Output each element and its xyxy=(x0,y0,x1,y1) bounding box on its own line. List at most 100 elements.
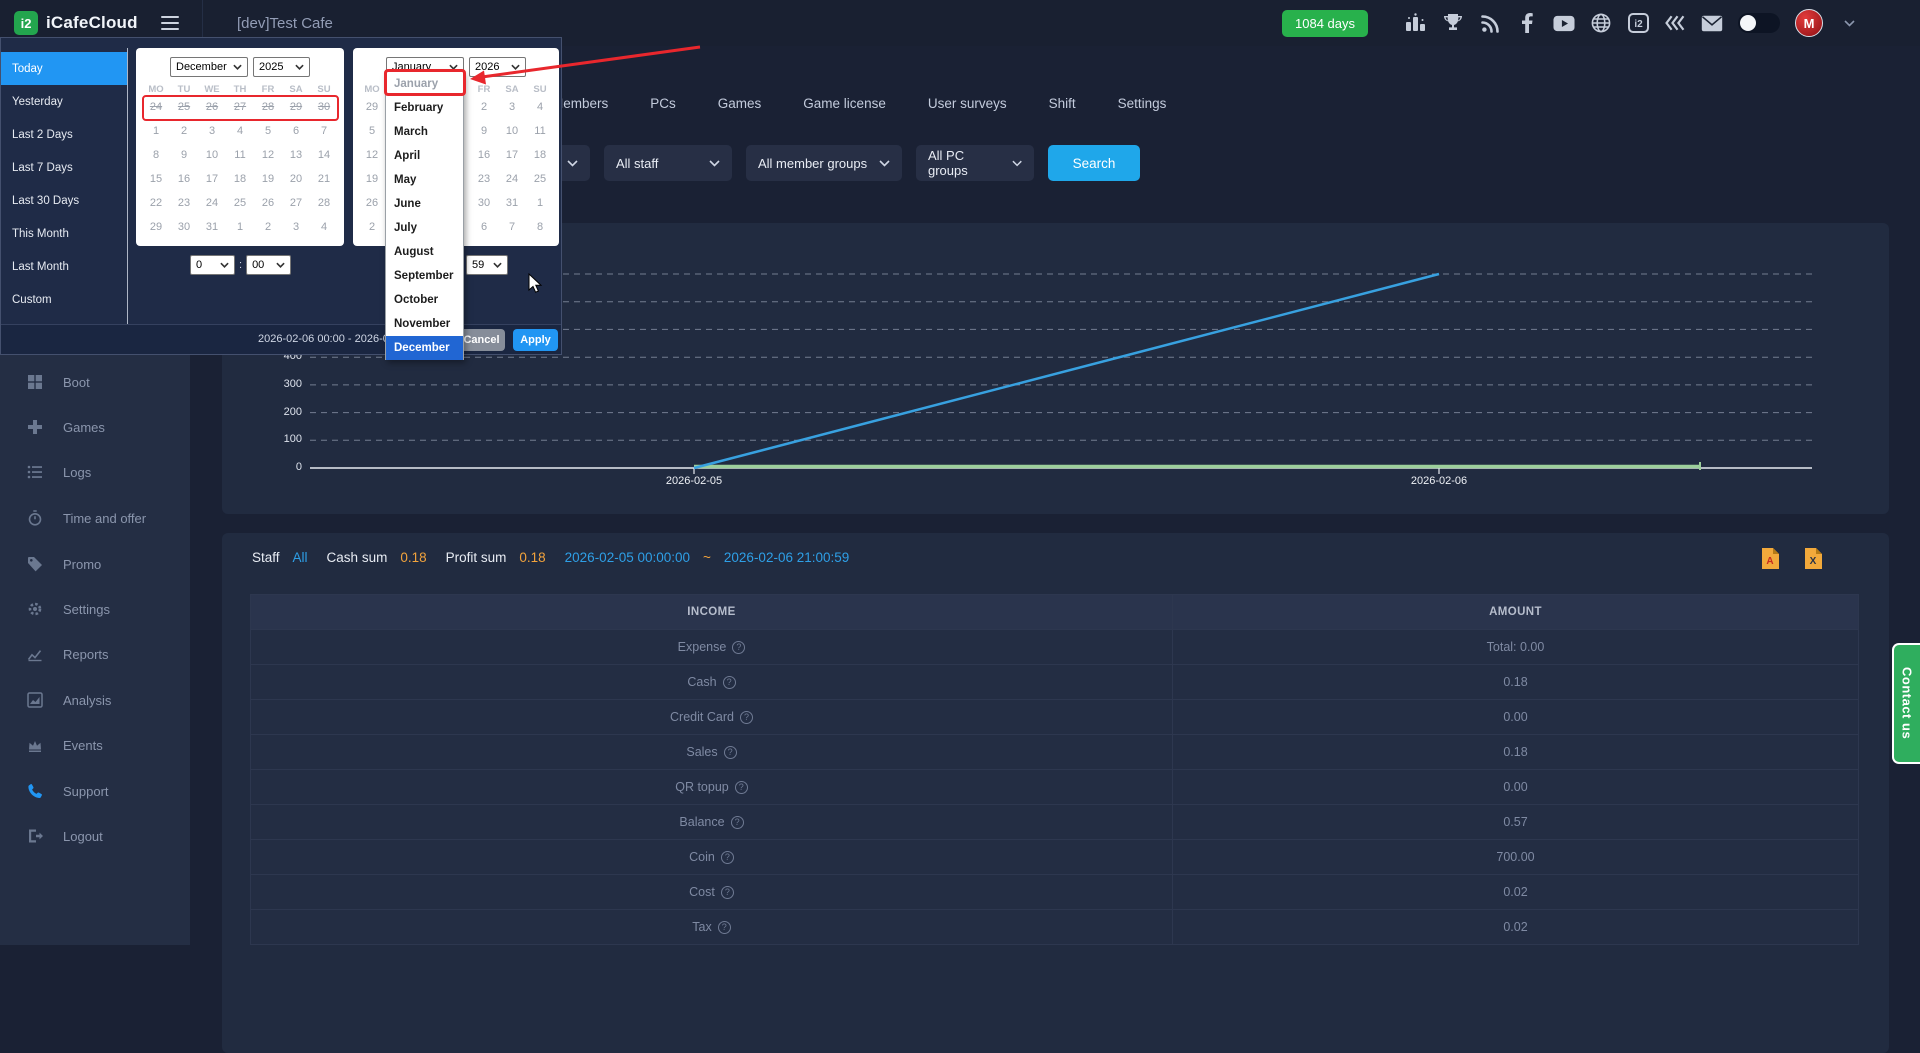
month-option[interactable]: September xyxy=(386,264,463,288)
export-pdf-icon[interactable]: A xyxy=(1761,547,1780,570)
help-icon[interactable]: ? xyxy=(734,780,748,794)
staff-select[interactable]: All staff xyxy=(604,145,732,181)
calendar-day[interactable]: 15 xyxy=(142,167,170,191)
rss-icon[interactable] xyxy=(1479,12,1501,34)
calendar-day[interactable]: 7 xyxy=(498,215,526,239)
hamburger-menu-icon[interactable] xyxy=(150,8,190,38)
year-select-left[interactable]: 2025 xyxy=(253,57,310,77)
calendar-day[interactable]: 4 xyxy=(226,119,254,143)
month-option[interactable]: January xyxy=(386,72,463,96)
help-icon[interactable]: ? xyxy=(739,710,753,724)
month-option[interactable]: April xyxy=(386,144,463,168)
calendar-day[interactable]: 10 xyxy=(498,119,526,143)
calendar-day[interactable]: 12 xyxy=(358,143,386,167)
calendar-day[interactable]: 18 xyxy=(526,143,554,167)
calendar-day[interactable]: 5 xyxy=(254,119,282,143)
calendar-day[interactable]: 2 xyxy=(470,95,498,119)
calendar-day[interactable]: 30 xyxy=(470,191,498,215)
calendar-day[interactable]: 25 xyxy=(170,95,198,119)
date-preset[interactable]: Last 7 Days xyxy=(1,151,127,184)
help-icon[interactable]: ? xyxy=(723,745,737,759)
month-option[interactable]: July xyxy=(386,216,463,240)
theme-toggle[interactable] xyxy=(1738,13,1780,33)
calendar-day[interactable]: 29 xyxy=(142,215,170,239)
tab[interactable]: Settings xyxy=(1118,96,1167,111)
calendar-day[interactable]: 21 xyxy=(310,167,338,191)
calendar-day[interactable]: 5 xyxy=(358,119,386,143)
date-preset[interactable]: This Month xyxy=(1,217,127,250)
help-icon[interactable]: ? xyxy=(720,885,734,899)
calendar-day[interactable]: 25 xyxy=(526,167,554,191)
sidebar-item-promo[interactable]: Promo xyxy=(0,544,190,584)
calendar-day[interactable]: 3 xyxy=(198,119,226,143)
calendar-day[interactable]: 31 xyxy=(198,215,226,239)
globe-icon[interactable] xyxy=(1590,12,1612,34)
calendar-day[interactable]: 20 xyxy=(282,167,310,191)
staff-value-link[interactable]: All xyxy=(293,550,308,565)
month-option[interactable]: August xyxy=(386,240,463,264)
help-icon[interactable]: ? xyxy=(732,640,746,654)
month-option[interactable]: November xyxy=(386,312,463,336)
calendar-day[interactable]: 2 xyxy=(170,119,198,143)
calendar-day[interactable]: 23 xyxy=(170,191,198,215)
sidebar-item-settings[interactable]: Settings xyxy=(0,589,190,629)
start-hour-select[interactable]: 0 xyxy=(190,255,235,275)
calendar-day[interactable]: 29 xyxy=(282,95,310,119)
date-preset[interactable]: Yesterday xyxy=(1,85,127,118)
calendar-day[interactable]: 7 xyxy=(310,119,338,143)
calendar-day[interactable]: 11 xyxy=(526,119,554,143)
calendar-day[interactable]: 26 xyxy=(198,95,226,119)
date-preset[interactable]: Last 2 Days xyxy=(1,118,127,151)
trophy-icon[interactable] xyxy=(1442,12,1464,34)
sidebar-item-support[interactable]: Support xyxy=(0,771,190,811)
cancel-button[interactable]: Cancel xyxy=(458,329,505,351)
calendar-day[interactable]: 31 xyxy=(498,191,526,215)
calendar-day[interactable]: 11 xyxy=(226,143,254,167)
month-option[interactable]: May xyxy=(386,168,463,192)
help-icon[interactable]: ? xyxy=(722,675,736,689)
end-minute-select[interactable]: 59 xyxy=(466,255,508,275)
contact-us-button[interactable]: Contact us xyxy=(1892,643,1920,764)
avatar[interactable]: M xyxy=(1795,9,1823,37)
calendar-day[interactable]: 2 xyxy=(358,215,386,239)
sidebar-item-events[interactable]: Events xyxy=(0,725,190,765)
account-chevron-down-icon[interactable] xyxy=(1838,12,1860,34)
calendar-day[interactable]: 1 xyxy=(226,215,254,239)
calendar-day[interactable]: 16 xyxy=(170,167,198,191)
calendar-day[interactable]: 26 xyxy=(254,191,282,215)
calendar-day[interactable]: 30 xyxy=(170,215,198,239)
start-minute-select[interactable]: 00 xyxy=(246,255,292,275)
calendar-day[interactable]: 1 xyxy=(142,119,170,143)
month-select-left[interactable]: December xyxy=(170,57,248,77)
calendar-day[interactable]: 18 xyxy=(226,167,254,191)
tab[interactable]: PCs xyxy=(650,96,676,111)
calendar-day[interactable]: 23 xyxy=(470,167,498,191)
calendar-day[interactable]: 26 xyxy=(358,191,386,215)
help-icon[interactable]: ? xyxy=(720,850,734,864)
calendar-day[interactable]: 30 xyxy=(310,95,338,119)
calendar-day[interactable]: 24 xyxy=(198,191,226,215)
calendar-day[interactable]: 12 xyxy=(254,143,282,167)
calendar-day[interactable]: 4 xyxy=(526,95,554,119)
month-option[interactable]: March xyxy=(386,120,463,144)
calendar-day[interactable]: 22 xyxy=(142,191,170,215)
calendar-day[interactable]: 28 xyxy=(254,95,282,119)
year-select-right[interactable]: 2026 xyxy=(469,57,526,77)
calendar-day[interactable]: 28 xyxy=(310,191,338,215)
date-preset[interactable]: Custom xyxy=(1,283,127,316)
calendar-day[interactable]: 17 xyxy=(198,167,226,191)
calendar-day[interactable]: 16 xyxy=(470,143,498,167)
calendar-day[interactable]: 25 xyxy=(226,191,254,215)
calendar-day[interactable]: 4 xyxy=(310,215,338,239)
date-preset[interactable]: Today xyxy=(1,52,127,85)
sidebar-item-logout[interactable]: Logout xyxy=(0,816,190,856)
mail-icon[interactable] xyxy=(1701,12,1723,34)
ranking-icon[interactable] xyxy=(1405,12,1427,34)
member-groups-select[interactable]: All member groups xyxy=(746,145,902,181)
calendar-day[interactable]: 27 xyxy=(226,95,254,119)
calendar-day[interactable]: 13 xyxy=(282,143,310,167)
app-logo[interactable]: i2 iCafeCloud xyxy=(0,11,150,35)
search-button[interactable]: Search xyxy=(1048,145,1140,181)
calendar-day[interactable]: 24 xyxy=(142,95,170,119)
calendar-day[interactable]: 19 xyxy=(254,167,282,191)
